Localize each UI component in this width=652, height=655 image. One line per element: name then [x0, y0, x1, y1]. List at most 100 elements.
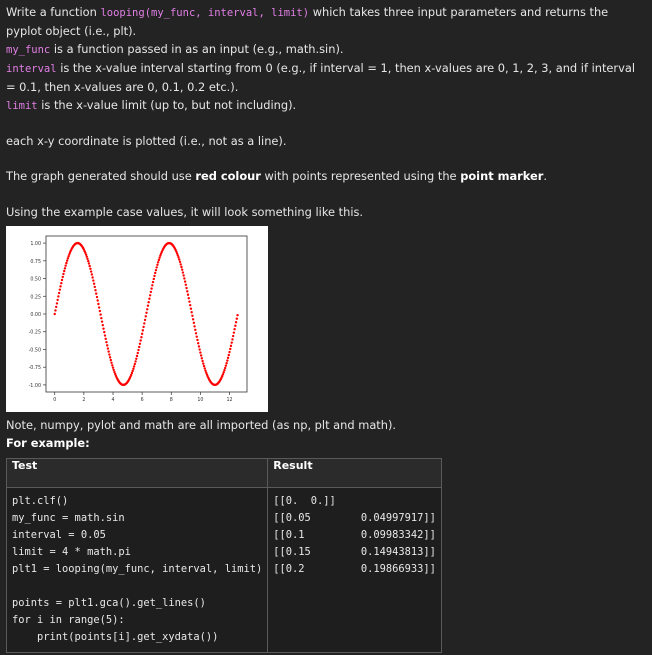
red-colour-emphasis: red colour: [195, 169, 261, 183]
data-point: [188, 303, 192, 307]
data-point: [66, 257, 70, 260]
data-point: [156, 263, 159, 267]
data-point: [181, 271, 185, 274]
data-point: [201, 359, 204, 363]
data-point: [87, 259, 90, 263]
data-point: [200, 357, 204, 360]
intro-text: Write a function: [6, 5, 101, 19]
param-name: limit: [6, 100, 38, 112]
x-tick-label: 6: [141, 397, 144, 403]
data-point: [134, 360, 137, 363]
data-point: [98, 309, 102, 313]
data-point: [60, 281, 63, 285]
data-point: [178, 260, 182, 264]
data-point: [224, 364, 228, 367]
data-point: [138, 342, 142, 345]
data-point: [203, 367, 206, 370]
data-point: [179, 263, 182, 266]
data-point: [151, 280, 155, 284]
data-point: [89, 270, 93, 273]
table-row: plt.clf() my_func = math.sin interval = …: [5, 487, 442, 653]
data-point: [144, 315, 147, 318]
data-point: [140, 335, 143, 339]
param-name: my_func: [6, 44, 51, 56]
data-point: [92, 279, 95, 282]
data-point: [196, 338, 199, 342]
header-test: Test: [5, 458, 269, 488]
data-point: [155, 266, 158, 269]
data-point: [152, 277, 155, 281]
param-my-func: my_func is a function passed in as an in…: [6, 40, 646, 59]
y-tick-label: 0.50: [30, 277, 41, 283]
data-point: [204, 369, 207, 372]
note-plotted: each x-y coordinate is plotted (i.e., no…: [6, 134, 287, 148]
x-tick-label: 2: [82, 397, 85, 403]
data-point: [183, 280, 187, 283]
data-point: [56, 298, 59, 302]
data-point: [108, 356, 112, 359]
data-point: [92, 282, 96, 285]
data-point: [86, 257, 89, 261]
result-code: [[0. 0.]] [[0.05 0.04997917]] [[0.1 0.09…: [273, 495, 436, 575]
data-point: [97, 306, 101, 309]
data-point: [132, 367, 135, 370]
data-point: [223, 366, 227, 370]
x-tick-label: 12: [226, 397, 232, 403]
data-point: [95, 292, 98, 295]
data-point: [112, 368, 115, 372]
data-point: [136, 351, 139, 355]
data-point: [180, 268, 184, 271]
data-point: [108, 353, 111, 356]
data-point: [93, 285, 96, 289]
data-point: [65, 261, 68, 265]
data-point: [63, 267, 67, 270]
test-cell: plt.clf() my_func = math.sin interval = …: [5, 487, 269, 653]
data-point: [199, 351, 202, 354]
data-point: [230, 341, 233, 344]
data-point: [199, 354, 203, 357]
data-point: [202, 362, 205, 365]
data-point: [153, 274, 156, 278]
data-point: [148, 297, 151, 300]
intro-line: Write a function looping(my_func, interv…: [6, 3, 646, 40]
data-point: [53, 312, 56, 316]
question-content: Write a function looping(my_func, interv…: [0, 0, 652, 653]
data-point: [132, 365, 136, 368]
param-limit: limit is the x-value limit (up to, but n…: [6, 96, 646, 115]
data-point: [148, 294, 152, 297]
data-point: [223, 369, 226, 372]
data-point: [135, 354, 139, 358]
data-point: [185, 286, 188, 290]
data-point: [87, 262, 91, 265]
data-point: [226, 359, 229, 362]
graph-desc-text: .: [543, 169, 548, 183]
param-desc: is the x-value interval starting from 0 …: [6, 61, 635, 94]
param-desc: is a function passed in as an input (e.g…: [50, 42, 344, 56]
data-point: [57, 295, 60, 298]
x-tick-label: 4: [111, 397, 114, 403]
data-point: [85, 255, 88, 258]
data-point: [96, 299, 99, 302]
data-point: [226, 356, 230, 360]
data-point: [101, 323, 105, 327]
param-desc: is the x-value limit (up to, but not inc…: [37, 98, 297, 112]
y-tick-label: 0.00: [30, 312, 41, 318]
data-point: [194, 328, 197, 332]
note-imports: Note, numpy, pylot and math are all impo…: [6, 418, 397, 432]
data-point: [106, 347, 110, 350]
data-point: [89, 267, 92, 270]
data-point: [197, 342, 200, 345]
y-tick-label: 0.25: [30, 294, 41, 300]
for-example-heading: For example:: [6, 436, 90, 450]
example-plot-image: 1.00 0.75 0.50 0.25 0.00 -0.25 -0.50 -0.75 -1.00…: [6, 226, 268, 412]
data-point: [91, 276, 94, 279]
data-point: [178, 258, 181, 261]
data-point: [234, 321, 238, 324]
data-point: [143, 322, 146, 325]
graph-desc-text: with points represented using the: [260, 169, 461, 183]
x-tick-label: 0: [53, 397, 56, 403]
data-point: [187, 296, 190, 300]
data-point: [141, 329, 145, 332]
data-point: [177, 256, 180, 259]
param-name: interval: [6, 63, 57, 75]
